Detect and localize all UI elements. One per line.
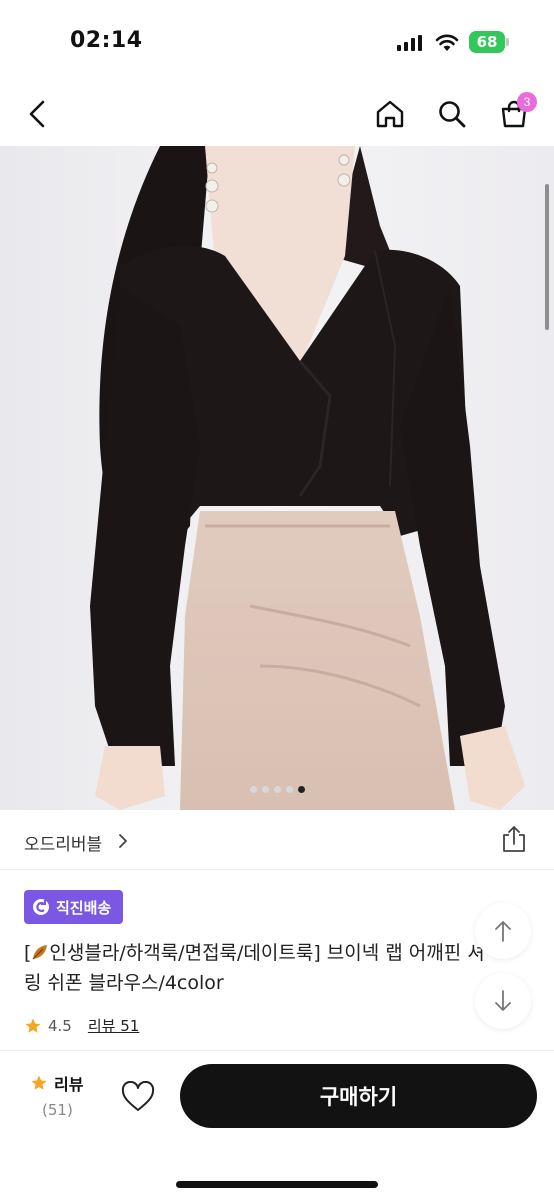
arrow-up-icon: [495, 921, 511, 942]
title-text: 인생블라/하객룩/면접룩/데이트룩] 브이넥 랩 어깨핀: [49, 942, 462, 964]
battery-icon: 68: [469, 31, 509, 53]
star-icon: [31, 1075, 47, 1090]
title-bracket: [: [24, 942, 32, 964]
status-bar: 02:14 68: [0, 0, 554, 84]
cellular-signal-icon: [397, 35, 422, 51]
buy-button[interactable]: 구매하기: [180, 1064, 537, 1128]
gallery-dot[interactable]: [261, 786, 269, 793]
share-icon[interactable]: [500, 824, 528, 854]
review-link[interactable]: 리뷰 51: [88, 1015, 139, 1036]
gallery-dot-active[interactable]: [297, 786, 305, 793]
product-title: [ 인생블라/하객룩/면접룩/데이트룩] 브이넥 랩 어깨핀 셔 링 쉬폰 블라…: [24, 938, 524, 998]
chevron-left-icon: [29, 100, 45, 128]
scroll-indicator[interactable]: [545, 184, 549, 330]
leaf-emoji-icon: [32, 945, 48, 960]
home-indicator: [176, 1181, 378, 1188]
gallery-dot[interactable]: [285, 786, 293, 793]
brand-name-link[interactable]: 오드리버블: [24, 830, 102, 855]
bottom-action-bar: 리뷰 (51) 구매하기: [0, 1050, 554, 1200]
gallery-pagination: [0, 786, 554, 793]
title-line2: 링 쉬폰 블라우스/4color: [24, 972, 224, 994]
direct-delivery-badge: 직진배송: [24, 890, 124, 924]
return-arrow-icon: [33, 899, 49, 915]
chevron-right-icon[interactable]: [117, 832, 129, 850]
battery-level: 68: [469, 31, 505, 53]
review-count: (51): [42, 1101, 73, 1119]
review-label: 리뷰: [54, 1075, 84, 1094]
back-button[interactable]: [20, 96, 56, 132]
status-time: 02:14: [70, 28, 143, 53]
review-summary[interactable]: 리뷰: [30, 1071, 83, 1095]
home-button[interactable]: [372, 96, 408, 132]
gallery-dot[interactable]: [249, 786, 257, 793]
heart-icon[interactable]: [120, 1081, 156, 1113]
gallery-dot[interactable]: [273, 786, 281, 793]
cart-count-badge: 3: [517, 92, 537, 112]
scroll-up-button[interactable]: [475, 903, 531, 959]
search-icon: [439, 101, 466, 128]
product-photo: [0, 146, 554, 810]
search-button[interactable]: [434, 96, 470, 132]
scroll-down-button[interactable]: [475, 973, 531, 1029]
rating-score: 4.5: [48, 1016, 72, 1035]
star-icon: [25, 1018, 41, 1033]
product-image[interactable]: [0, 146, 554, 810]
delivery-badge-label: 직진배송: [56, 898, 112, 917]
home-icon: [376, 100, 404, 128]
wifi-icon: [435, 34, 459, 51]
arrow-down-icon: [495, 990, 511, 1011]
nav-bar: [0, 84, 554, 146]
brand-row: 오드리버블: [0, 810, 554, 870]
rating-row: 4.5 리뷰 51: [24, 1015, 139, 1036]
